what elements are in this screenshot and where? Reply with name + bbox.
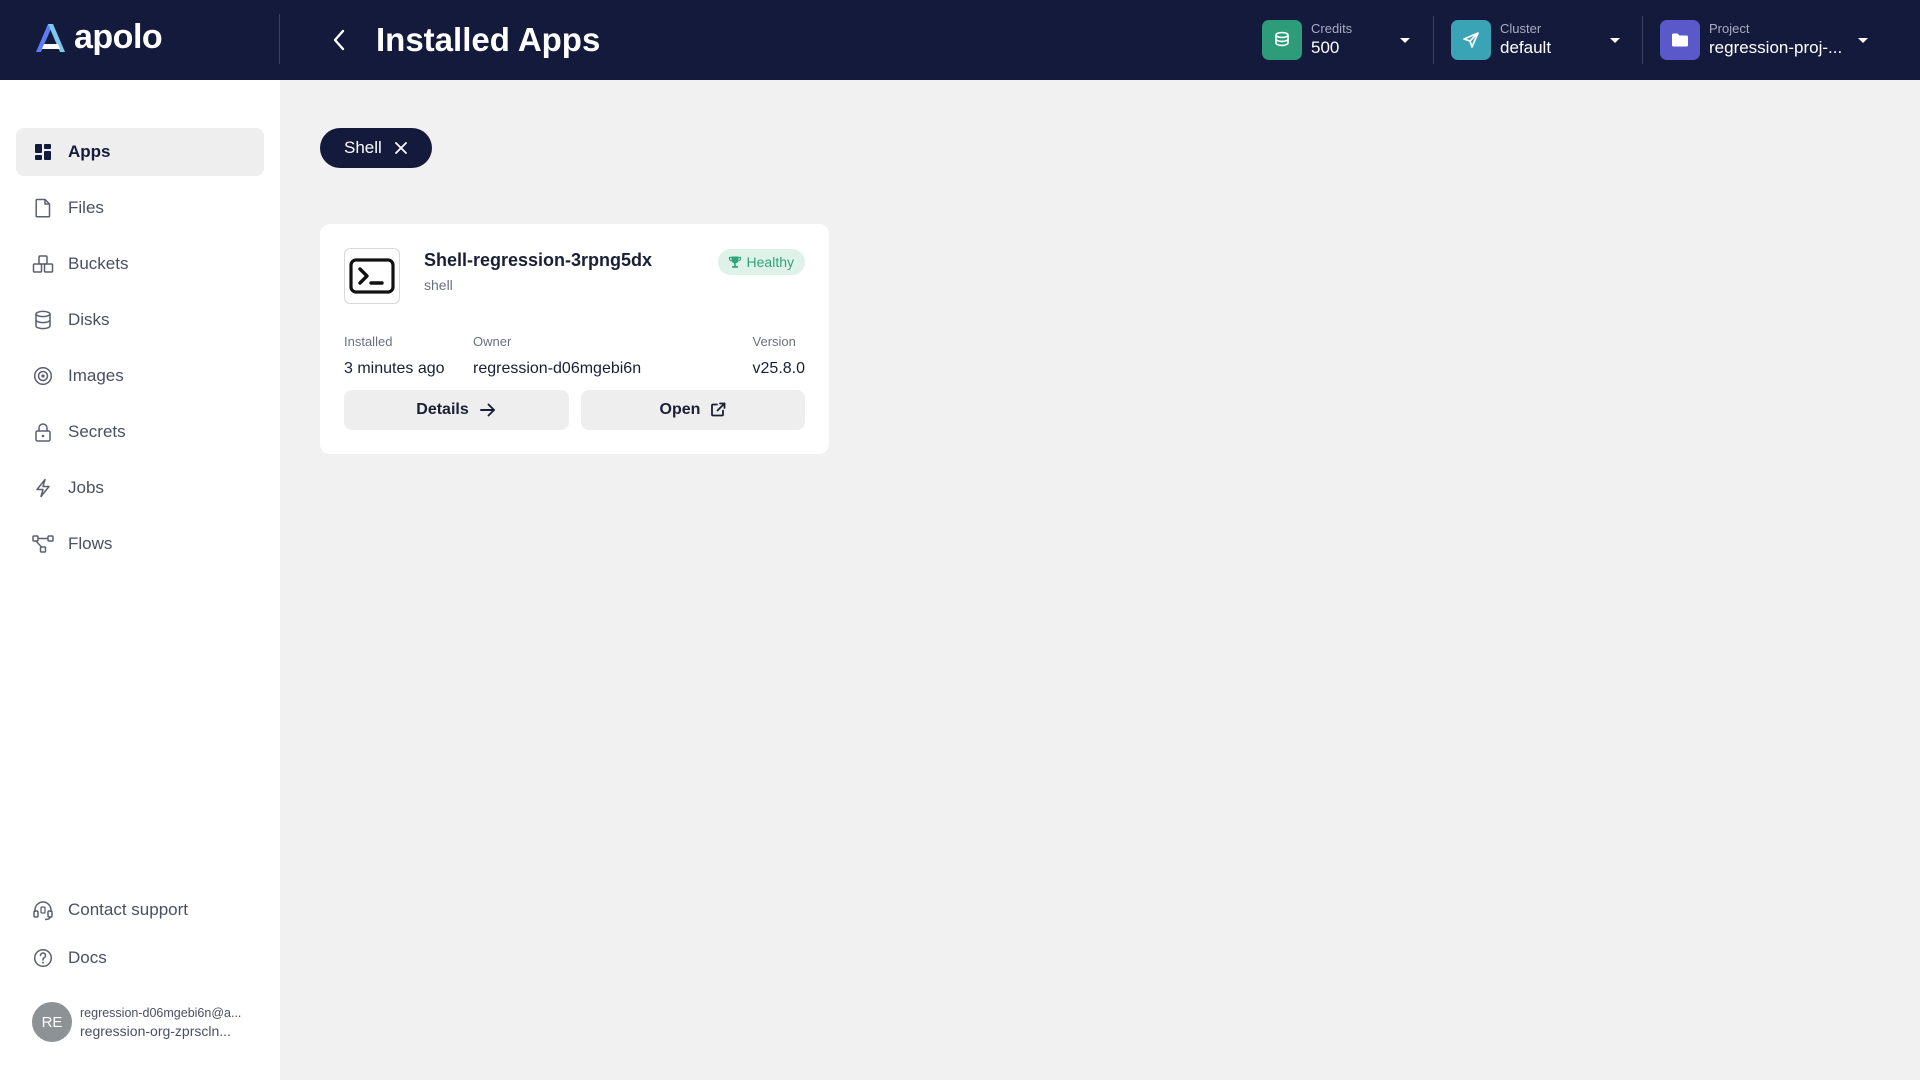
sidebar-item-flows[interactable]: Flows: [16, 520, 264, 568]
open-button[interactable]: Open: [581, 390, 805, 430]
sidebar-item-label: Apps: [68, 142, 111, 161]
sidebar-item-secrets[interactable]: Secrets: [16, 408, 264, 456]
chevron-down-icon: [1610, 38, 1620, 43]
sidebar-item-label: Contact support: [68, 900, 189, 919]
credits-label: Credits: [1311, 21, 1353, 36]
avatar: RE: [32, 1002, 72, 1042]
apolo-logo[interactable]: apolo: [32, 18, 163, 56]
status-badge: Healthy: [717, 249, 805, 275]
open-button-label: Open: [659, 401, 701, 418]
sidebar-item-label: Docs: [68, 948, 107, 967]
installed-label: Installed: [344, 334, 393, 349]
status-label: Healthy: [746, 254, 794, 270]
version-label: Version: [752, 334, 796, 349]
sidebar-item-disks[interactable]: Disks: [16, 296, 264, 344]
app-type: shell: [424, 277, 453, 293]
apolo-wordmark: apolo: [74, 18, 163, 56]
user-email: regression-d06mgebi6n@a...: [80, 1005, 242, 1020]
sidebar: Apps Files Buckets Disks Images Secrets …: [0, 80, 280, 1080]
chevron-left-icon: [333, 29, 345, 51]
header-divider: [1433, 16, 1434, 64]
filter-chip-shell[interactable]: Shell: [320, 128, 432, 168]
lock-icon: [32, 421, 54, 443]
owner-meta: Owner regression-d06mgebi6n: [473, 334, 641, 379]
owner-label: Owner: [473, 334, 512, 349]
header-divider: [1642, 16, 1643, 64]
trophy-icon: [728, 256, 741, 268]
project-selector[interactable]: Project regression-proj-...: [1660, 18, 1870, 62]
lightning-icon: [32, 477, 54, 499]
sidebar-item-label: Disks: [68, 310, 110, 329]
app-card: Shell-regression-3rpng5dx shell Healthy …: [320, 224, 829, 454]
filter-chip-label: Shell: [344, 138, 382, 157]
terminal-icon: [344, 248, 400, 304]
arrow-right-icon: [479, 403, 495, 417]
coins-icon: [1262, 20, 1302, 60]
external-link-icon: [711, 402, 726, 417]
app-name: Shell-regression-3rpng5dx: [424, 250, 653, 270]
sidebar-item-label: Files: [68, 198, 104, 217]
disc-icon: [32, 365, 54, 387]
docs-link[interactable]: Docs: [16, 934, 264, 982]
chevron-down-icon: [1858, 38, 1868, 43]
project-label: Project: [1709, 21, 1750, 36]
top-bar: apolo Installed Apps Credits 500 Cluster…: [0, 0, 1920, 80]
user-org: regression-org-zprscln...: [80, 1022, 231, 1039]
flow-icon: [32, 533, 54, 555]
sidebar-item-buckets[interactable]: Buckets: [16, 240, 264, 288]
sidebar-item-jobs[interactable]: Jobs: [16, 464, 264, 512]
sidebar-item-images[interactable]: Images: [16, 352, 264, 400]
sidebar-item-label: Jobs: [68, 478, 104, 497]
sidebar-item-files[interactable]: Files: [16, 184, 264, 232]
close-icon[interactable]: [394, 141, 408, 155]
version-value: v25.8.0: [752, 360, 805, 377]
help-circle-icon: [32, 947, 54, 969]
credits-value: 500: [1311, 38, 1340, 57]
user-profile[interactable]: RE regression-d06mgebi6n@a... regression…: [32, 1002, 241, 1042]
credits-selector[interactable]: Credits 500: [1262, 18, 1412, 62]
version-meta: Version v25.8.0: [753, 334, 805, 379]
project-value: regression-proj-...: [1709, 38, 1843, 57]
headset-icon: [32, 899, 54, 921]
details-button-label: Details: [416, 401, 469, 418]
header-divider: [279, 14, 280, 64]
sidebar-item-label: Buckets: [68, 254, 129, 273]
apolo-logo-mark: [36, 24, 65, 52]
contact-support-link[interactable]: Contact support: [16, 886, 264, 934]
apps-grid-icon: [32, 141, 54, 163]
cluster-selector[interactable]: Cluster default: [1451, 18, 1621, 62]
chevron-down-icon: [1400, 38, 1410, 43]
owner-value: regression-d06mgebi6n: [473, 360, 642, 377]
folder-icon: [1660, 20, 1700, 60]
sidebar-item-label: Secrets: [68, 422, 126, 441]
installed-meta: Installed 3 minutes ago: [344, 334, 445, 379]
page-title: Installed Apps: [376, 21, 601, 58]
bucket-icon: [32, 253, 54, 275]
cluster-label: Cluster: [1500, 21, 1542, 36]
back-button[interactable]: [322, 22, 356, 58]
cluster-value: default: [1500, 38, 1552, 57]
installed-value: 3 minutes ago: [344, 360, 445, 377]
details-button[interactable]: Details: [344, 390, 569, 430]
sidebar-item-label: Flows: [68, 534, 113, 553]
sidebar-item-label: Images: [68, 366, 124, 385]
file-icon: [32, 197, 54, 219]
sidebar-item-apps[interactable]: Apps: [16, 128, 264, 176]
send-icon: [1451, 20, 1491, 60]
database-icon: [32, 309, 54, 331]
